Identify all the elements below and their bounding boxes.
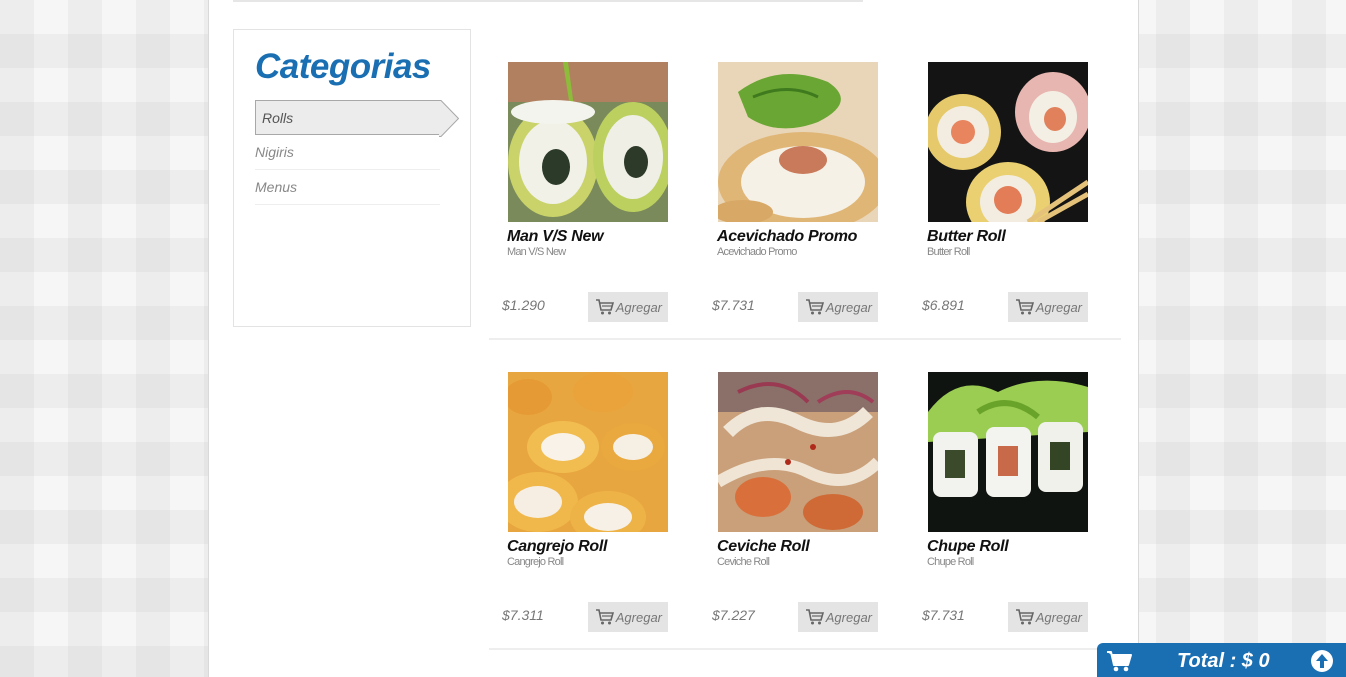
category-label: Nigiris — [255, 144, 294, 160]
add-to-cart-button[interactable]: Agregar — [798, 602, 878, 632]
product-price: $7.227 — [712, 607, 755, 623]
product-subtitle: Ceviche Roll — [717, 556, 770, 568]
product-name: Butter Roll — [927, 228, 1006, 245]
category-list: Rolls Nigiris Menus — [255, 100, 460, 205]
product-image[interactable] — [718, 62, 878, 222]
cart-icon — [1016, 299, 1034, 315]
product-name: Ceviche Roll — [717, 538, 810, 555]
add-label: Agregar — [615, 299, 662, 315]
cart-icon — [1107, 651, 1132, 672]
add-label: Agregar — [825, 299, 872, 315]
add-to-cart-button[interactable]: Agregar — [1008, 292, 1088, 322]
product-price: $7.311 — [502, 607, 544, 623]
cart-total: Total : $ 0 — [1177, 650, 1270, 672]
add-to-cart-button[interactable]: Agregar — [798, 292, 878, 322]
cart-total-bar[interactable]: Total : $ 0 — [1097, 643, 1346, 677]
top-divider — [233, 0, 863, 2]
product-subtitle: Butter Roll — [927, 246, 970, 258]
category-label: Menus — [255, 179, 298, 195]
product-price: $7.731 — [922, 607, 965, 623]
sidebar-title: Categorias — [255, 47, 431, 86]
product-subtitle: Acevichado Promo — [717, 246, 797, 258]
add-label: Agregar — [1035, 609, 1082, 625]
product-price: $7.731 — [712, 297, 755, 313]
product-name: Chupe Roll — [927, 538, 1009, 555]
active-arrow-icon — [439, 100, 460, 137]
category-item-nigiris[interactable]: Nigiris — [255, 135, 440, 170]
add-to-cart-button[interactable]: Agregar — [588, 602, 668, 632]
add-to-cart-button[interactable]: Agregar — [588, 292, 668, 322]
add-label: Agregar — [615, 609, 662, 625]
product-name: Man V/S New — [507, 228, 604, 245]
product-subtitle: Cangrejo Roll — [507, 556, 564, 568]
cart-icon — [596, 299, 614, 315]
product-name: Cangrejo Roll — [507, 538, 608, 555]
category-item-rolls[interactable]: Rolls — [255, 100, 460, 137]
product-grid: Man V/S New Man V/S New $1.290 Agregar A… — [489, 30, 1121, 650]
page-content: Categorias Rolls Nigiris Menus Man V/S N… — [208, 0, 1139, 677]
add-to-cart-button[interactable]: Agregar — [1008, 602, 1088, 632]
product-image[interactable] — [928, 62, 1088, 222]
cart-icon — [806, 299, 824, 315]
product-image[interactable] — [508, 62, 668, 222]
product-name: Acevichado Promo — [717, 228, 858, 245]
product-image[interactable] — [508, 372, 668, 532]
product-row: Man V/S New Man V/S New $1.290 Agregar A… — [489, 30, 1121, 340]
cart-icon — [1016, 609, 1034, 625]
cart-icon — [806, 609, 824, 625]
product-image[interactable] — [718, 372, 878, 532]
category-sidebar: Categorias Rolls Nigiris Menus — [233, 29, 471, 327]
add-label: Agregar — [1035, 299, 1082, 315]
add-label: Agregar — [825, 609, 872, 625]
product-price: $6.891 — [922, 297, 965, 313]
product-image[interactable] — [928, 372, 1088, 532]
category-label: Rolls — [262, 110, 294, 126]
arrow-up-circle-icon[interactable] — [1310, 649, 1334, 673]
category-item-menus[interactable]: Menus — [255, 170, 440, 205]
product-subtitle: Chupe Roll — [927, 556, 974, 568]
product-price: $1.290 — [502, 297, 545, 313]
cart-icon — [596, 609, 614, 625]
product-row: Cangrejo Roll Cangrejo Roll $7.311 Agreg… — [489, 340, 1121, 650]
product-subtitle: Man V/S New — [507, 246, 566, 258]
